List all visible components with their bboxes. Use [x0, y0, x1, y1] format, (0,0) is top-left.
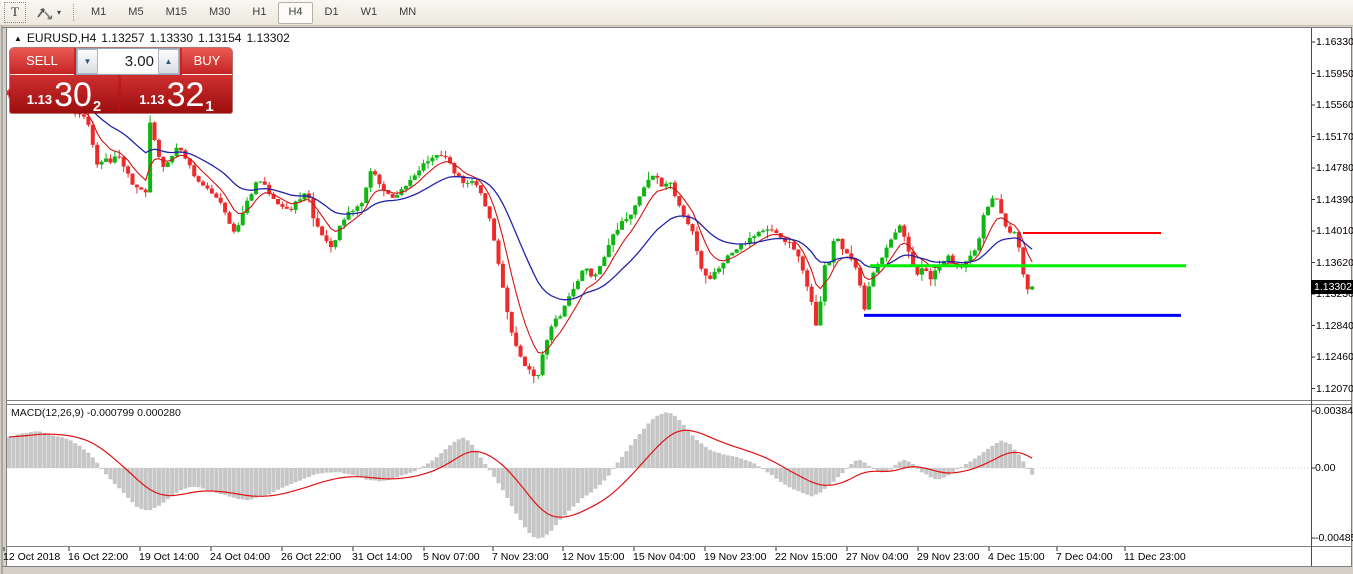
price-axis-label: 1.14780 — [1316, 162, 1353, 174]
timeframe-button-d1[interactable]: D1 — [315, 2, 349, 24]
timeframe-button-h1[interactable]: H1 — [242, 2, 276, 24]
ohlc-high: 1.13330 — [150, 31, 193, 45]
time-axis-label: 12 Oct 2018 — [3, 551, 60, 563]
chart-symbol-period: EURUSD,H4 — [27, 31, 96, 45]
time-axis-label: 22 Nov 15:00 — [775, 551, 837, 563]
volume-decrease-button[interactable]: ▼ — [77, 49, 98, 74]
sell-price-sup: 2 — [93, 98, 101, 115]
toolbar: T ▾ M1M5M15M30H1H4D1W1MN — [0, 0, 1353, 26]
timeframe-button-m15[interactable]: M15 — [156, 2, 197, 24]
time-axis-label: 11 Dec 23:00 — [1124, 551, 1186, 563]
buy-button[interactable]: BUY — [182, 48, 232, 75]
sell-price-prefix: 1.13 — [27, 92, 52, 107]
price-axis-label: 1.15170 — [1316, 131, 1353, 143]
chart-title: ▲ EURUSD,H4 1.13257 1.13330 1.13154 1.13302 — [14, 31, 290, 45]
price-axis-label: 1.12070 — [1316, 383, 1353, 395]
time-axis-label: 4 Dec 15:00 — [988, 551, 1045, 563]
time-axis-label: 15 Nov 04:00 — [633, 551, 695, 563]
timeframe-button-w1[interactable]: W1 — [351, 2, 388, 24]
arrows-tool-button[interactable]: ▾ — [31, 3, 65, 23]
time-axis-label: 31 Oct 14:00 — [352, 551, 412, 563]
time-axis-label: 24 Oct 04:00 — [210, 551, 270, 563]
time-axis-label: 7 Nov 23:00 — [492, 551, 549, 563]
timeframe-button-mn[interactable]: MN — [389, 2, 426, 24]
mt4-window: T ▾ M1M5M15M30H1H4D1W1MN ▲EURUSD,H41.132… — [0, 0, 1353, 574]
buy-price-panel[interactable]: 1.13 32 1 — [121, 75, 232, 113]
toolbar-separator — [73, 4, 74, 21]
time-axis-label: 7 Dec 04:00 — [1056, 551, 1113, 563]
time-axis-label: 16 Oct 22:00 — [68, 551, 128, 563]
timeframe-button-m1[interactable]: M1 — [81, 2, 116, 24]
macd-indicator-label: MACD(12,26,9) -0.000799 0.000280 — [11, 407, 181, 419]
price-axis-label: 1.13620 — [1316, 257, 1353, 269]
time-axis-label: 19 Oct 14:00 — [139, 551, 199, 563]
price-axis-label: 1.12460 — [1316, 351, 1353, 363]
sell-price-panel[interactable]: 1.13 30 2 — [10, 75, 118, 113]
time-axis-label: 5 Nov 07:00 — [423, 551, 480, 563]
ohlc-open: 1.13257 — [101, 31, 144, 45]
timeframe-button-m30[interactable]: M30 — [199, 2, 240, 24]
text-label-tool-button[interactable]: T — [4, 2, 26, 23]
collapse-arrow-icon: ▲ — [14, 34, 22, 43]
time-axis-label: 27 Nov 04:00 — [846, 551, 908, 563]
macd-axis-label: 0.003847 — [1315, 405, 1353, 417]
one-click-trading-widget: SELL ▼ ▲ BUY 1.13 30 2 1.13 32 1 — [10, 48, 232, 113]
volume-stepper: ▼ ▲ — [76, 48, 180, 75]
volume-input[interactable] — [98, 49, 158, 74]
price-axis-label: 1.16330 — [1316, 36, 1353, 48]
sell-price-big: 30 — [54, 77, 92, 113]
timeframe-button-m5[interactable]: M5 — [118, 2, 153, 24]
current-price-badge: 1.13302 — [1311, 280, 1353, 294]
buy-price-prefix: 1.13 — [139, 92, 164, 107]
volume-increase-button[interactable]: ▲ — [158, 49, 179, 74]
price-axis-label: 1.12840 — [1316, 320, 1353, 332]
price-axis-label: 1.14390 — [1316, 194, 1353, 206]
buy-price-big: 32 — [167, 77, 205, 113]
sell-button[interactable]: SELL — [10, 48, 74, 75]
buy-price-sup: 1 — [205, 98, 213, 115]
time-axis-label: 12 Nov 15:00 — [562, 551, 624, 563]
time-axis-label: 29 Nov 23:00 — [917, 551, 979, 563]
ohlc-low: 1.13154 — [198, 31, 241, 45]
price-axis-label: 1.15560 — [1316, 99, 1353, 111]
ohlc-close: 1.13302 — [246, 31, 289, 45]
macd-axis-label: -0.004856 — [1315, 532, 1353, 544]
price-axis-label: 1.15950 — [1316, 68, 1353, 80]
timeframe-button-group: M1M5M15M30H1H4D1W1MN — [80, 2, 427, 24]
chevron-down-icon: ▾ — [57, 8, 61, 17]
time-axis-label: 19 Nov 23:00 — [704, 551, 766, 563]
price-axis-label: 1.14010 — [1316, 225, 1353, 237]
arrows-icon — [35, 5, 55, 21]
macd-axis-label: 0.00 — [1315, 462, 1335, 474]
timeframe-button-h4[interactable]: H4 — [278, 2, 312, 24]
time-axis-label: 26 Oct 22:00 — [281, 551, 341, 563]
